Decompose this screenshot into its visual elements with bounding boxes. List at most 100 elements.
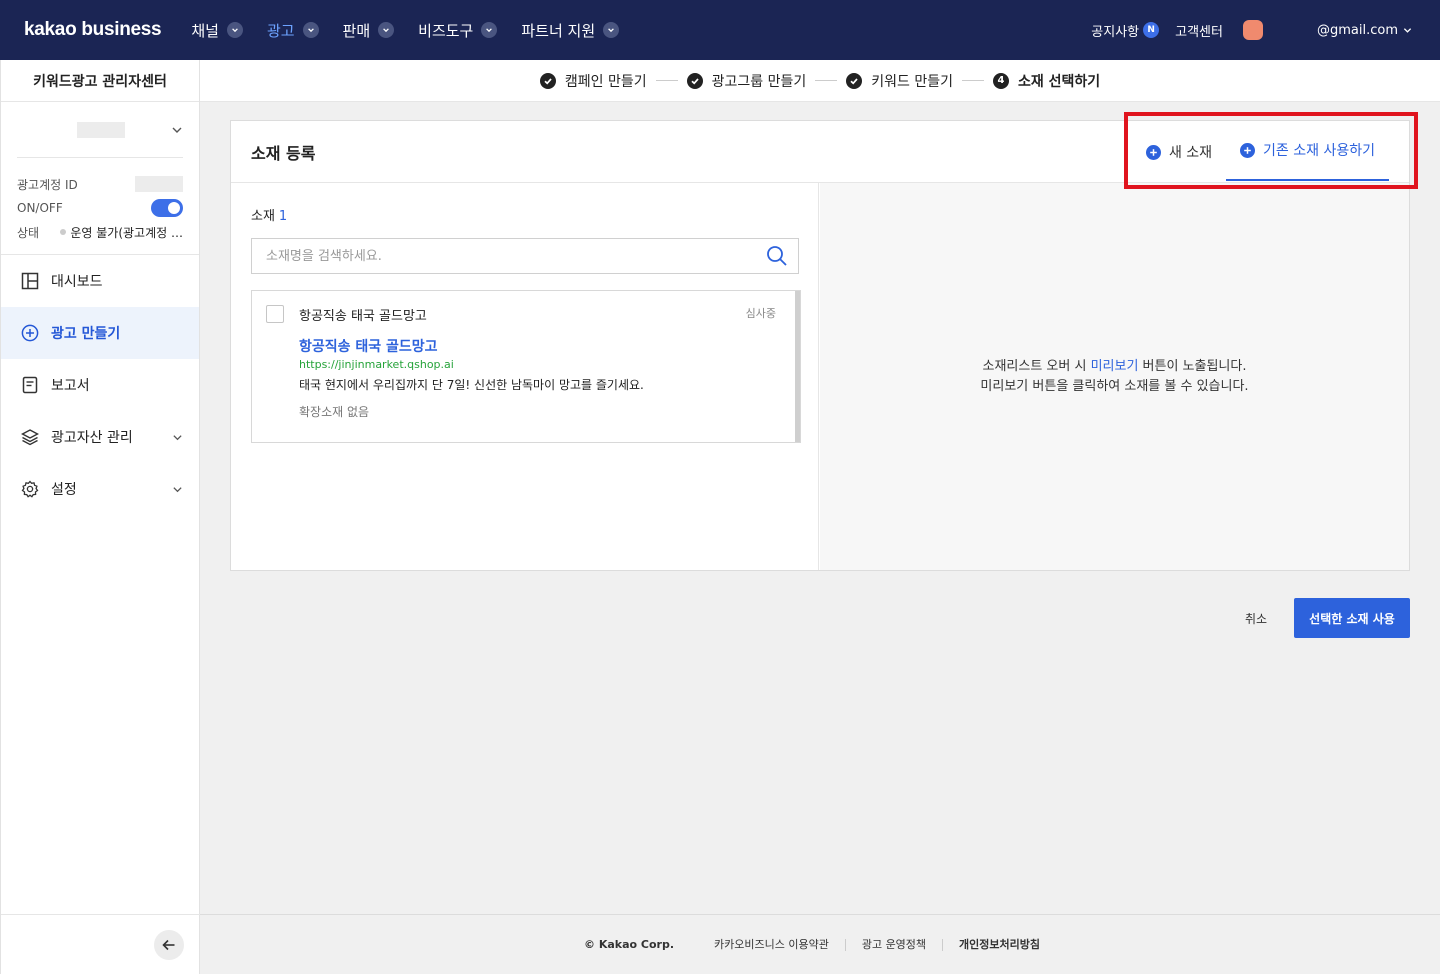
chevron-down-icon bbox=[378, 22, 395, 38]
onoff-label: ON/OFF bbox=[17, 201, 63, 215]
sidebar-title: 키워드광고 관리자센터 bbox=[1, 60, 199, 102]
kakao-business-logo[interactable]: kakao business bbox=[24, 19, 162, 41]
collapse-sidebar-button[interactable] bbox=[154, 929, 184, 960]
tab-existing-creative[interactable]: 기존 소재 사용하기 bbox=[1226, 121, 1389, 181]
ad-title: 항공직송 태국 골드망고 bbox=[299, 339, 438, 355]
creative-count-value: 1 bbox=[278, 209, 288, 224]
tab-label: 기존 소재 사용하기 bbox=[1263, 143, 1375, 159]
sidebar-item-ad-assets[interactable]: 광고자산 관리 bbox=[1, 411, 199, 463]
step-label: 키워드 만들기 bbox=[871, 73, 953, 90]
step-connector bbox=[815, 80, 838, 81]
ad-description: 태국 현지에서 우리집까지 단 7일! 신선한 남독마이 망고를 즐기세요. bbox=[299, 378, 644, 392]
hint-text: 버튼이 노출됩니다. bbox=[1138, 358, 1247, 374]
sidebar-item-report[interactable]: 보고서 bbox=[1, 359, 199, 411]
onoff-toggle[interactable] bbox=[151, 199, 183, 217]
copyright: © Kakao Corp. bbox=[583, 938, 674, 951]
chevron-down-icon bbox=[302, 22, 319, 38]
nav-item-ads[interactable]: 광고 bbox=[267, 20, 319, 41]
sidebar-item-settings[interactable]: 설정 bbox=[1, 463, 199, 515]
preview-hint-line1: 소재리스트 오버 시 미리보기 버튼이 노출됩니다. bbox=[980, 357, 1248, 377]
arrow-left-icon bbox=[162, 939, 175, 950]
preview-link-text: 미리보기 bbox=[1090, 358, 1139, 374]
top-right-menu: 공지사항 N 고객센터 @gmail.com bbox=[1091, 0, 1412, 60]
sidebar-item-label: 대시보드 bbox=[51, 274, 103, 290]
sidebar-footer bbox=[1, 914, 200, 974]
account-id-label: 광고계정 ID bbox=[17, 177, 78, 192]
account-menu[interactable]: @gmail.com bbox=[1317, 23, 1412, 38]
plus-circle-icon bbox=[21, 324, 39, 342]
creative-list: 항공직송 태국 골드망고 심사중 항공직송 태국 골드망고 https://ji… bbox=[251, 290, 801, 443]
step-label: 소재 선택하기 bbox=[1017, 73, 1101, 90]
list-scrollbar[interactable] bbox=[795, 291, 800, 442]
new-badge: N bbox=[1143, 22, 1160, 38]
preview-hint: 소재리스트 오버 시 미리보기 버튼이 노출됩니다. 미리보기 버튼을 클릭하여… bbox=[980, 357, 1248, 397]
account-info: 광고계정 ID ON/OFF 상태 운영 불가(광고계정 … bbox=[1, 158, 199, 255]
nav-label: 파트너 지원 bbox=[521, 21, 596, 40]
check-icon bbox=[686, 72, 703, 89]
tab-new-creative[interactable]: 새 소재 bbox=[1132, 121, 1226, 183]
chevron-down-icon bbox=[173, 434, 182, 440]
step-campaign: 캠페인 만들기 bbox=[539, 71, 647, 91]
step-number: 4 bbox=[992, 72, 1009, 89]
extension-info: 확장소재 없음 bbox=[299, 405, 370, 419]
account-name-placeholder bbox=[77, 121, 125, 138]
nav-label: 판매 bbox=[342, 21, 371, 40]
chevron-down-icon bbox=[1403, 27, 1412, 33]
nav-item-biz-tools[interactable]: 비즈도구 bbox=[418, 20, 498, 41]
chevron-down-icon bbox=[173, 486, 182, 492]
nav-item-channel[interactable]: 채널 bbox=[191, 20, 243, 41]
avatar[interactable] bbox=[1242, 20, 1263, 40]
customer-center-link[interactable]: 고객센터 bbox=[1175, 21, 1223, 40]
sidebar-item-label: 설정 bbox=[51, 482, 77, 498]
step-keyword: 키워드 만들기 bbox=[846, 71, 953, 91]
status-dot bbox=[60, 229, 67, 235]
creative-preview: 항공직송 태국 골드망고 https://jinjinmarket.qshop.… bbox=[266, 336, 786, 420]
preview-hint-line2: 미리보기 버튼을 클릭하여 소재를 볼 수 있습니다. bbox=[980, 378, 1249, 394]
chevron-down-icon bbox=[226, 22, 243, 38]
search-icon[interactable] bbox=[766, 245, 788, 267]
hint-text: 소재리스트 오버 시 bbox=[982, 358, 1091, 374]
nav-label: 비즈도구 bbox=[418, 21, 474, 40]
top-navigation-bar: kakao business 채널 광고 판매 비즈도구 파트너 지원 공지사항… bbox=[0, 0, 1440, 60]
cancel-button[interactable]: 취소 bbox=[1226, 598, 1286, 638]
page-footer: © Kakao Corp. 카카오비즈니스 이용약관 광고 운영정책 개인정보처… bbox=[200, 914, 1440, 974]
step-label: 캠페인 만들기 bbox=[564, 73, 647, 90]
nav-label: 채널 bbox=[191, 21, 219, 40]
sidebar-item-dashboard[interactable]: 대시보드 bbox=[1, 255, 199, 307]
progress-stepper: 캠페인 만들기 광고그룹 만들기 키워드 만들기 4 소재 선택하기 bbox=[200, 60, 1440, 102]
account-id-value bbox=[135, 176, 183, 192]
list-item[interactable]: 항공직송 태국 골드망고 심사중 bbox=[266, 305, 786, 324]
review-status-badge: 심사중 bbox=[745, 307, 776, 320]
sidebar-item-create-ad[interactable]: 광고 만들기 bbox=[1, 307, 199, 359]
footer-link-terms[interactable]: 카카오비즈니스 이용약관 bbox=[698, 938, 845, 951]
creative-search-box bbox=[251, 238, 799, 274]
card-header: 소재 등록 새 소재 기존 소재 사용하기 bbox=[231, 121, 1409, 183]
nav-item-partner-support[interactable]: 파트너 지원 bbox=[521, 20, 620, 41]
status-value: 운영 불가(광고계정 … bbox=[60, 224, 183, 241]
sidebar-item-label: 보고서 bbox=[51, 378, 90, 394]
account-email: @gmail.com bbox=[1316, 22, 1398, 38]
creative-list-pane: 소재1 항공직송 태국 골드망고 심사중 항공직송 태국 골드망고 https:… bbox=[231, 183, 819, 570]
use-selected-creative-button[interactable]: 선택한 소재 사용 bbox=[1294, 598, 1410, 638]
notice-link[interactable]: 공지사항 N bbox=[1091, 21, 1160, 40]
step-connector bbox=[961, 80, 984, 81]
preview-pane: 소재리스트 오버 시 미리보기 버튼이 노출됩니다. 미리보기 버튼을 클릭하여… bbox=[820, 183, 1409, 570]
footer-link-privacy[interactable]: 개인정보처리방침 bbox=[942, 938, 1056, 951]
account-selector[interactable] bbox=[17, 102, 183, 158]
creative-checkbox[interactable] bbox=[266, 305, 284, 323]
card-title: 소재 등록 bbox=[251, 143, 316, 163]
creative-count-label: 소재 bbox=[251, 209, 275, 224]
creative-count: 소재 1 bbox=[251, 205, 798, 224]
status-text: 운영 불가(광고계정 … bbox=[70, 225, 183, 240]
sidebar-item-label: 광고 만들기 bbox=[51, 326, 121, 342]
creative-search-input[interactable] bbox=[266, 248, 746, 264]
step-ad-group: 광고그룹 만들기 bbox=[686, 71, 806, 91]
plus-icon bbox=[1145, 144, 1161, 160]
layers-icon bbox=[21, 428, 39, 446]
step-creative: 4 소재 선택하기 bbox=[992, 71, 1101, 91]
sidebar-item-label: 광고자산 관리 bbox=[51, 430, 133, 446]
ad-url: https://jinjinmarket.qshop.ai bbox=[299, 358, 454, 371]
footer-link-ad-policy[interactable]: 광고 운영정책 bbox=[844, 938, 942, 951]
notice-label: 공지사항 bbox=[1091, 24, 1140, 40]
nav-item-sales[interactable]: 판매 bbox=[343, 20, 395, 41]
